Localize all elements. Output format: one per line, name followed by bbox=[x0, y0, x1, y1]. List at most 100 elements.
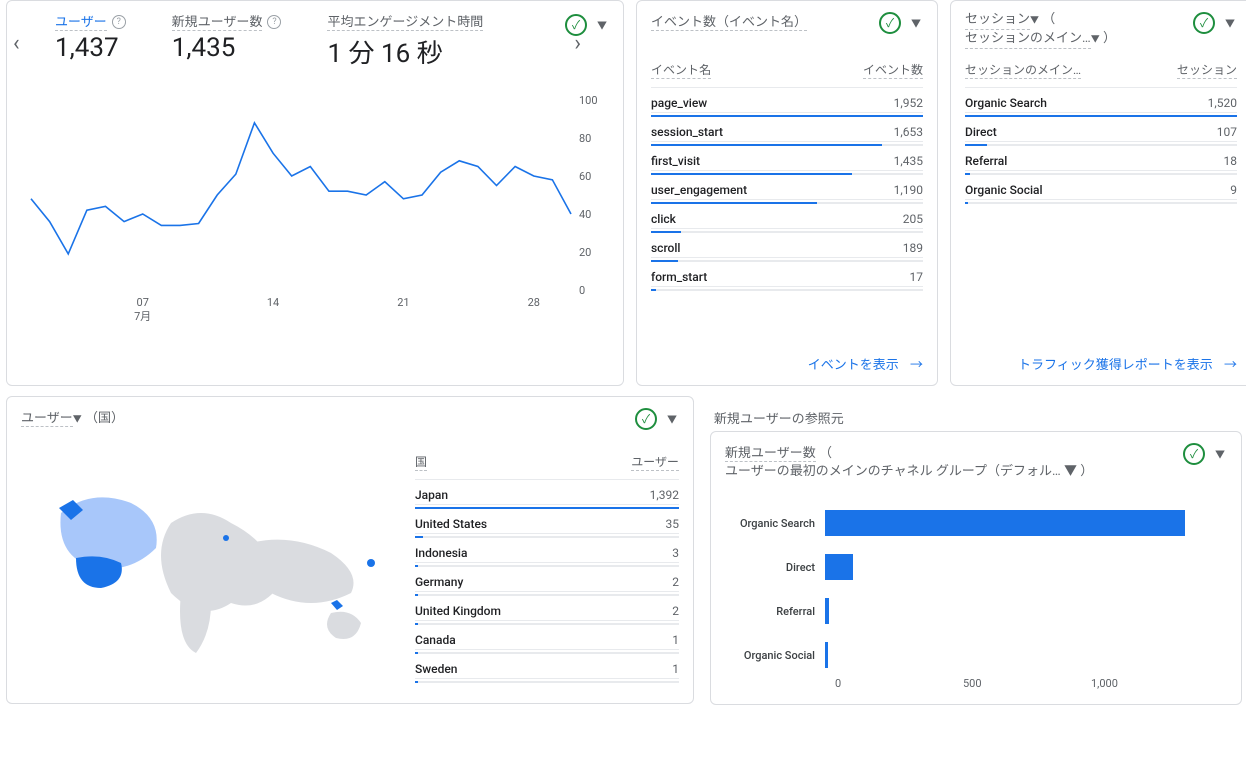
status-menu-caret-icon[interactable]: ▼ bbox=[1211, 442, 1229, 465]
row-value: 9 bbox=[1230, 183, 1237, 197]
row-name: Canada bbox=[415, 633, 456, 647]
row-value: 1,952 bbox=[894, 96, 923, 110]
scorecard-value: 1,437 bbox=[55, 33, 119, 63]
bar-label: Referral bbox=[725, 605, 825, 618]
help-icon[interactable]: ? bbox=[267, 15, 281, 29]
bar-row: Direct bbox=[725, 545, 1227, 589]
events-card: イベント数（イベント名） ✓ ▼ イベント名 イベント数 page_view 1… bbox=[636, 0, 938, 386]
view-events-link[interactable]: イベントを表示 → bbox=[808, 354, 923, 373]
svg-text:60: 60 bbox=[579, 170, 591, 183]
row-name: Organic Social bbox=[965, 183, 1043, 197]
table-row[interactable]: click 205 bbox=[651, 204, 923, 229]
row-name: United States bbox=[415, 517, 487, 531]
table-row[interactable]: Referral 18 bbox=[965, 146, 1237, 171]
bar-row: Referral bbox=[725, 589, 1227, 633]
status-check-icon: ✓ bbox=[879, 12, 901, 34]
table-row[interactable]: session_start 1,653 bbox=[651, 117, 923, 142]
row-value: 2 bbox=[672, 604, 679, 618]
country-table: 国 ユーザー Japan 1,392 United States 35 Indo… bbox=[415, 447, 679, 683]
row-name: page_view bbox=[651, 96, 707, 110]
row-value: 189 bbox=[903, 241, 923, 255]
table-row[interactable]: United Kingdom 2 bbox=[415, 596, 679, 621]
card-status: ✓ ▼ bbox=[879, 11, 925, 34]
table-row[interactable]: United States 35 bbox=[415, 509, 679, 534]
svg-text:28: 28 bbox=[528, 296, 540, 309]
country-col-name: 国 bbox=[415, 453, 427, 471]
dropdown-caret-icon: ▼ bbox=[1030, 16, 1039, 26]
table-row[interactable]: scroll 189 bbox=[651, 233, 923, 258]
row-name: scroll bbox=[651, 241, 680, 255]
svg-text:80: 80 bbox=[579, 132, 591, 145]
svg-text:100: 100 bbox=[579, 94, 598, 107]
row-value: 1,520 bbox=[1208, 96, 1237, 110]
events-col-count: イベント数 bbox=[863, 61, 923, 79]
world-map bbox=[21, 453, 401, 673]
sessions-table: Organic Search 1,520 Direct 107 Referral… bbox=[965, 88, 1237, 204]
row-value: 107 bbox=[1217, 125, 1237, 139]
bar-label: Organic Search bbox=[725, 517, 825, 530]
row-value: 3 bbox=[672, 546, 679, 560]
card-status: ✓ ▼ bbox=[1183, 442, 1229, 465]
country-col-users: ユーザー bbox=[631, 453, 679, 471]
table-row[interactable]: first_visit 1,435 bbox=[651, 146, 923, 171]
scorecard-label: 平均エンゲージメント時間 bbox=[327, 11, 483, 31]
table-row[interactable]: page_view 1,952 bbox=[651, 88, 923, 113]
row-value: 1,653 bbox=[894, 125, 923, 139]
scorecard-value: 1,435 bbox=[172, 33, 236, 63]
sessions-card-title[interactable]: セッション▼ （ セッションのメイン…▼ ） bbox=[965, 11, 1145, 49]
table-row[interactable]: Japan 1,392 bbox=[415, 480, 679, 505]
table-row[interactable]: form_start 17 bbox=[651, 262, 923, 287]
row-value: 35 bbox=[666, 517, 680, 531]
scorecards: ユーザー ? 1,437 新規ユーザー数 ? 1,435 平均エンゲージメント時… bbox=[21, 11, 609, 70]
status-check-icon: ✓ bbox=[1183, 443, 1205, 465]
status-menu-caret-icon[interactable]: ▼ bbox=[907, 11, 925, 34]
status-menu-caret-icon[interactable]: ▼ bbox=[1221, 11, 1239, 34]
scorecard-value: 1 分 16 秒 bbox=[327, 39, 442, 69]
row-value: 1,190 bbox=[894, 183, 923, 197]
table-row[interactable]: Organic Social 9 bbox=[965, 175, 1237, 200]
table-row[interactable]: Direct 107 bbox=[965, 117, 1237, 142]
arrow-right-icon: → bbox=[910, 358, 923, 373]
bar-row: Organic Search bbox=[725, 501, 1227, 545]
svg-text:20: 20 bbox=[579, 246, 591, 259]
row-name: Referral bbox=[965, 154, 1007, 168]
help-icon[interactable]: ? bbox=[112, 15, 126, 29]
bar-label: Organic Social bbox=[725, 649, 825, 662]
row-name: Japan bbox=[415, 488, 448, 502]
table-row[interactable]: Canada 1 bbox=[415, 625, 679, 650]
bar-card-title[interactable]: 新規ユーザー数 （ bbox=[725, 442, 1227, 462]
events-col-name: イベント名 bbox=[651, 61, 711, 79]
scorecard-label: ユーザー bbox=[55, 11, 107, 31]
table-row[interactable]: Germany 2 bbox=[415, 567, 679, 592]
new-users-bar-chart: Organic Search Direct Referral Organic S… bbox=[725, 501, 1227, 677]
status-menu-caret-icon[interactable]: ▼ bbox=[663, 407, 681, 430]
prev-metric-arrow[interactable]: ‹ bbox=[13, 31, 20, 56]
scorecard-engagement-time[interactable]: 平均エンゲージメント時間 1 分 16 秒 bbox=[327, 11, 483, 70]
card-status: ✓ ▼ bbox=[1193, 11, 1239, 34]
view-traffic-report-link[interactable]: トラフィック獲得レポートを表示 → bbox=[1018, 354, 1237, 373]
svg-text:14: 14 bbox=[267, 296, 279, 309]
status-check-icon: ✓ bbox=[635, 408, 657, 430]
new-users-by-channel-card: 新規ユーザー数 （ ユーザーの最初のメインのチャネル グループ（デフォル… ▼ … bbox=[710, 431, 1242, 705]
section-new-users-source: 新規ユーザーの参照元 bbox=[710, 396, 1242, 431]
svg-text:07: 07 bbox=[137, 296, 149, 309]
x-tick: 1,000 bbox=[1091, 677, 1219, 690]
x-tick: 0 bbox=[835, 677, 963, 690]
arrow-right-icon: → bbox=[1224, 358, 1237, 373]
dropdown-caret-icon: ▼ bbox=[73, 415, 82, 425]
svg-text:0: 0 bbox=[579, 284, 585, 297]
table-row[interactable]: user_engagement 1,190 bbox=[651, 175, 923, 200]
users-by-country-card: ユーザー▼ （国） ✓ ▼ bbox=[6, 396, 694, 704]
dropdown-caret-icon: ▼ bbox=[1091, 35, 1100, 45]
table-row[interactable]: Indonesia 3 bbox=[415, 538, 679, 563]
x-tick: 500 bbox=[963, 677, 1091, 690]
status-check-icon: ✓ bbox=[1193, 12, 1215, 34]
geo-card-title[interactable]: ユーザー▼ （国） bbox=[21, 407, 679, 427]
table-row[interactable]: Sweden 1 bbox=[415, 654, 679, 679]
svg-text:21: 21 bbox=[397, 296, 409, 309]
table-row[interactable]: Organic Search 1,520 bbox=[965, 88, 1237, 113]
scorecard-new-users[interactable]: 新規ユーザー数 ? 1,435 bbox=[172, 11, 282, 70]
row-value: 205 bbox=[903, 212, 923, 226]
scorecard-users[interactable]: ユーザー ? 1,437 bbox=[55, 11, 126, 70]
row-name: user_engagement bbox=[651, 183, 747, 197]
